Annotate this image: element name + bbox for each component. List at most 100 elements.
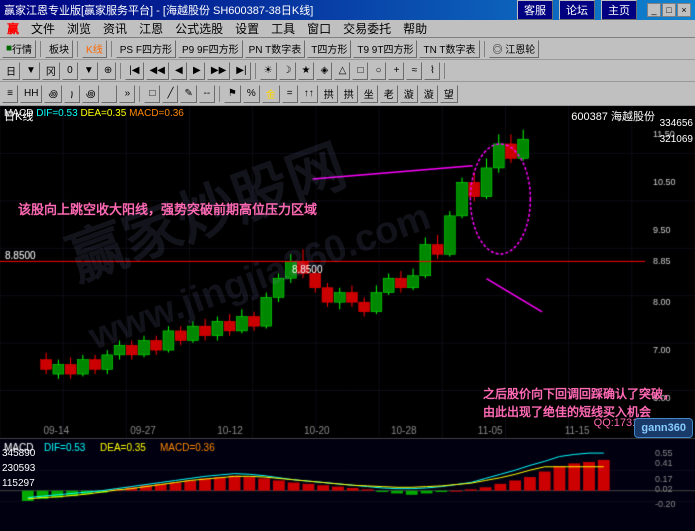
menu-trade[interactable]: 交易委托 <box>340 20 394 37</box>
stock-info: 600387 海越股份 <box>571 108 655 124</box>
toolbar-t8[interactable]: T四方形 <box>307 40 351 58</box>
nav-kefu-btn[interactable]: 客服 <box>517 0 553 20</box>
tb3-rect[interactable]: □ <box>144 85 160 103</box>
menu-tools[interactable]: 工具 <box>268 20 298 37</box>
stock-name: 海越股份 <box>611 111 655 123</box>
sep7 <box>444 63 445 79</box>
menu-browse[interactable]: 浏览 <box>64 20 94 37</box>
tb2-moon[interactable]: ☽ <box>279 62 296 80</box>
tb2-sq[interactable]: □ <box>352 62 368 80</box>
toolbar-bk[interactable]: 板块 <box>45 40 73 58</box>
toolbar-kx[interactable]: K线 <box>82 40 107 58</box>
sep6 <box>255 63 256 79</box>
title-text: 赢家江恩专业版[赢家服务平台] - [海越股份 SH600387-38日K线] <box>4 2 313 18</box>
macd-title: MACD <box>4 108 33 119</box>
tb3-g3[interactable]: 坐 <box>360 85 378 103</box>
tb3-pen[interactable]: ✎ <box>180 85 196 103</box>
sep4 <box>484 41 485 57</box>
tb2-4[interactable]: 0 <box>62 62 78 80</box>
tb3-g1[interactable]: 拱 <box>320 85 338 103</box>
minimize-btn[interactable]: _ <box>647 3 661 17</box>
nav-luntan-btn[interactable]: 论坛 <box>559 0 595 20</box>
tb2-seek[interactable]: ⊕ <box>100 62 116 80</box>
tb3-dash[interactable]: -- <box>199 85 215 103</box>
tb2-2[interactable]: ▼ <box>22 62 40 80</box>
tb2-5[interactable]: ▼ <box>80 62 98 80</box>
tb3-up[interactable]: ↑↑ <box>300 85 318 103</box>
maximize-btn[interactable]: □ <box>662 3 676 17</box>
menu-news[interactable]: 资讯 <box>100 20 130 37</box>
menu-formula[interactable]: 公式选股 <box>172 20 226 37</box>
toolbar-pn[interactable]: PN T数字表 <box>245 40 306 58</box>
tb2-1[interactable]: 日 <box>2 62 20 80</box>
tb2-wave[interactable]: ≈ <box>406 62 422 80</box>
tb2-segment[interactable]: ⌇ <box>424 62 440 80</box>
toolbar-row-1: ■行情 板块 K线 PS F四方形 P9 9F四方形 PN T数字表 T四方形 … <box>0 38 695 60</box>
menu-help[interactable]: 帮助 <box>400 20 430 37</box>
chart-area: 赢家炒股网 www.jingjia360.com 600387 海越股份 日K线… <box>0 106 695 531</box>
tb3-g4[interactable]: 老 <box>380 85 398 103</box>
toolbar-tn[interactable]: TN T数字表 <box>419 40 479 58</box>
toolbar-t9[interactable]: T9 9T四方形 <box>353 40 417 58</box>
tb2-diamond[interactable]: ◈ <box>316 62 332 80</box>
stock-code: 600387 <box>571 111 608 123</box>
sep8 <box>139 86 140 102</box>
tb2-nav4[interactable]: ▶▶ <box>207 62 230 80</box>
sep9 <box>219 86 220 102</box>
tb2-plus[interactable]: + <box>388 62 404 80</box>
tb3-2[interactable]: HH <box>20 85 42 103</box>
tb2-3[interactable]: 冈 <box>42 62 60 80</box>
tb2-nav3[interactable]: ◀ <box>171 62 187 80</box>
tb2-nav1[interactable]: |◀ <box>125 62 143 80</box>
menu-file[interactable]: 文件 <box>28 20 58 37</box>
title-bar: 赢家江恩专业版[赢家服务平台] - [海越股份 SH600387-38日K线] … <box>0 0 695 20</box>
menu-jiangen[interactable]: 江恩 <box>136 20 166 37</box>
sep1 <box>40 41 41 57</box>
tb3-4[interactable]: ꩝ <box>64 85 80 103</box>
tb3-line[interactable]: ╱ <box>162 85 178 103</box>
sep2 <box>77 41 78 57</box>
tb2-nav2[interactable]: ◀◀ <box>146 62 169 80</box>
right-numbers: 334656 321069 <box>660 116 693 148</box>
rn-1: 334656 <box>660 116 693 132</box>
tb2-nav5[interactable]: ▶| <box>232 62 250 80</box>
tb2-sun[interactable]: ☀ <box>260 62 277 80</box>
tb3-pct[interactable]: % <box>243 85 260 103</box>
menu-window[interactable]: 窗口 <box>304 20 334 37</box>
macd-labels: MACD DIF=0.53 DEA=0.35 MACD=0.36 <box>4 108 184 529</box>
toolbar-jiaen[interactable]: ◎ 江恩轮 <box>489 40 540 58</box>
rn-2: 321069 <box>660 132 693 148</box>
tb2-tri[interactable]: △ <box>334 62 350 80</box>
menu-win[interactable]: 赢 <box>4 20 22 37</box>
sep3 <box>111 41 112 57</box>
tb3-eq[interactable]: = <box>282 85 298 103</box>
menu-bar: 赢 文件 浏览 资讯 江恩 公式选股 设置 工具 窗口 交易委托 帮助 <box>0 20 695 38</box>
nav-zhuye-btn[interactable]: 主页 <box>601 0 637 20</box>
toolbar-row-2: 日 ▼ 冈 0 ▼ ⊕ |◀ ◀◀ ◀ ▶ ▶▶ ▶| ☀ ☽ ★ ◈ △ □ … <box>0 60 695 82</box>
tb3-5[interactable]: ꩜ <box>82 85 100 103</box>
tb2-star[interactable]: ★ <box>298 62 315 80</box>
close-btn[interactable]: × <box>677 3 691 17</box>
tb2-circ[interactable]: ○ <box>370 62 386 80</box>
tb3-g7[interactable]: 望 <box>440 85 458 103</box>
toolbar-ps[interactable]: PS F四方形 <box>116 40 176 58</box>
tb3-1[interactable]: ≡ <box>2 85 18 103</box>
tb2-play[interactable]: ▶ <box>189 62 205 80</box>
tb3-gold[interactable]: 金 <box>262 85 280 103</box>
menu-settings[interactable]: 设置 <box>232 20 262 37</box>
tb3-g2[interactable]: 拱 <box>340 85 358 103</box>
tb3-6[interactable]: ꩛ <box>101 85 117 103</box>
sep5 <box>120 63 121 79</box>
tb3-flag[interactable]: ⚑ <box>224 85 241 103</box>
site-badge: gann360 <box>634 418 693 438</box>
tb3-7[interactable]: » <box>119 85 135 103</box>
macd-dea-label: DEA=0.35 <box>80 108 126 119</box>
macd-dif-label: DIF=0.53 <box>36 108 77 119</box>
toolbar-row-3: ≡ HH ꩜ ꩝ ꩜ ꩛ » □ ╱ ✎ -- ⚑ % 金 = ↑↑ 拱 拱 坐… <box>0 82 695 106</box>
macd-val-label: MACD=0.36 <box>129 108 184 119</box>
toolbar-hq[interactable]: ■行情 <box>2 40 36 58</box>
tb3-3[interactable]: ꩜ <box>44 85 62 103</box>
tb3-g5[interactable]: 漩 <box>400 85 418 103</box>
tb3-g6[interactable]: 漩 <box>420 85 438 103</box>
toolbar-p9[interactable]: P9 9F四方形 <box>178 40 243 58</box>
